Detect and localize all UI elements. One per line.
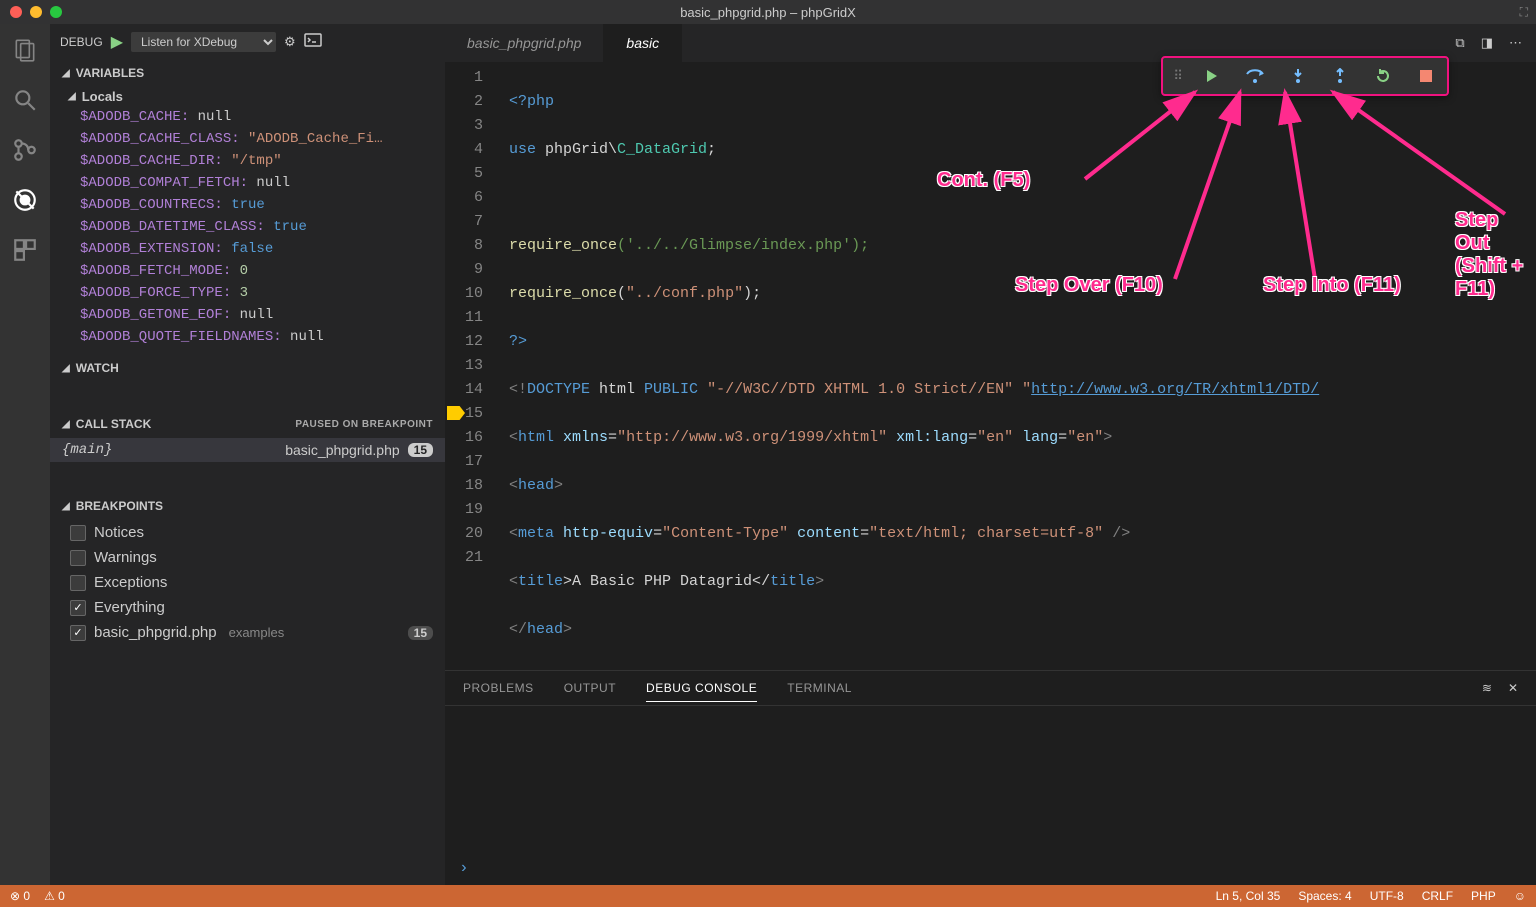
status-language[interactable]: PHP bbox=[1471, 889, 1496, 903]
step-out-button[interactable] bbox=[1329, 65, 1351, 87]
tab-debug-console[interactable]: DEBUG CONSOLE bbox=[646, 681, 757, 702]
debug-label: DEBUG bbox=[60, 35, 103, 49]
debug-console-icon[interactable] bbox=[304, 33, 322, 50]
tab-terminal[interactable]: TERMINAL bbox=[787, 681, 852, 695]
status-encoding[interactable]: UTF-8 bbox=[1370, 889, 1404, 903]
extensions-icon[interactable] bbox=[11, 236, 39, 264]
callstack-frame[interactable]: {main} basic_phpgrid.php 15 bbox=[50, 438, 445, 462]
restart-button[interactable] bbox=[1372, 65, 1394, 87]
start-debug-button[interactable]: ▶ bbox=[111, 32, 123, 52]
continue-button[interactable] bbox=[1201, 65, 1223, 87]
source-control-icon[interactable] bbox=[11, 136, 39, 164]
close-window-button[interactable] bbox=[10, 6, 22, 18]
checkbox[interactable] bbox=[70, 575, 86, 591]
bottom-panel-tabs: PROBLEMS OUTPUT DEBUG CONSOLE TERMINAL ≋… bbox=[445, 671, 1536, 706]
watch-panel-header[interactable]: ◢WATCH bbox=[50, 354, 445, 382]
breakpoints-panel-header[interactable]: ◢BREAKPOINTS bbox=[50, 492, 445, 520]
zoom-window-button[interactable] bbox=[50, 6, 62, 18]
checkbox[interactable] bbox=[70, 625, 86, 641]
clear-console-icon[interactable]: ≋ bbox=[1482, 681, 1492, 695]
status-eol[interactable]: CRLF bbox=[1422, 889, 1453, 903]
status-feedback-icon[interactable]: ☺ bbox=[1514, 889, 1526, 903]
variable-row[interactable]: $ADODB_EXTENSION: false bbox=[50, 238, 445, 260]
tab-output[interactable]: OUTPUT bbox=[564, 681, 616, 695]
more-icon[interactable]: ⋯ bbox=[1509, 35, 1522, 51]
fullscreen-icon[interactable]: ⛶ bbox=[1520, 5, 1528, 20]
compare-icon[interactable]: ⧉ bbox=[1455, 35, 1464, 51]
variable-row[interactable]: $ADODB_GETONE_EOF: null bbox=[50, 304, 445, 326]
checkbox[interactable] bbox=[70, 525, 86, 541]
gear-icon[interactable]: ⚙ bbox=[284, 34, 296, 50]
breakpoint-row[interactable]: Exceptions bbox=[50, 570, 445, 595]
variable-row[interactable]: $ADODB_FORCE_TYPE: 3 bbox=[50, 282, 445, 304]
tab-problems[interactable]: PROBLEMS bbox=[463, 681, 534, 695]
status-bar: ⊗ 0 ⚠ 0 Ln 5, Col 35 Spaces: 4 UTF-8 CRL… bbox=[0, 885, 1536, 907]
callstack-panel-header[interactable]: ◢CALL STACK PAUSED ON BREAKPOINT bbox=[50, 410, 445, 438]
debug-config-select[interactable]: Listen for XDebug bbox=[131, 32, 276, 52]
paused-label: PAUSED ON BREAKPOINT bbox=[295, 419, 433, 430]
breakpoint-row[interactable]: Notices bbox=[50, 520, 445, 545]
variable-row[interactable]: $ADODB_QUOTE_FIELDNAMES: null bbox=[50, 326, 445, 348]
locals-section[interactable]: ◢Locals bbox=[50, 87, 445, 106]
breakpoint-row[interactable]: basic_phpgrid.phpexamples15 bbox=[50, 620, 445, 645]
explorer-icon[interactable] bbox=[11, 36, 39, 64]
breakpoint-row[interactable]: Everything bbox=[50, 595, 445, 620]
search-icon[interactable] bbox=[11, 86, 39, 114]
variable-row[interactable]: $ADODB_COUNTRECS: true bbox=[50, 194, 445, 216]
variable-row[interactable]: $ADODB_DATETIME_CLASS: true bbox=[50, 216, 445, 238]
editor-actions: ⧉ ◨ ⋯ bbox=[1455, 35, 1536, 51]
debug-sidebar: DEBUG ▶ Listen for XDebug ⚙ ◢VARIABLES ◢… bbox=[50, 24, 445, 885]
checkbox[interactable] bbox=[70, 600, 86, 616]
variable-row[interactable]: $ADODB_COMPAT_FETCH: null bbox=[50, 172, 445, 194]
traffic-lights bbox=[0, 6, 62, 18]
breakpoint-row[interactable]: Warnings bbox=[50, 545, 445, 570]
debug-sidebar-header: DEBUG ▶ Listen for XDebug ⚙ bbox=[50, 24, 445, 59]
step-over-button[interactable] bbox=[1244, 65, 1266, 87]
step-into-button[interactable] bbox=[1287, 65, 1309, 87]
status-warnings[interactable]: ⚠ 0 bbox=[44, 889, 65, 903]
code-content[interactable]: <?php use phpGrid\C_DataGrid; require_on… bbox=[503, 66, 1536, 670]
window-title: basic_phpgrid.php – phpGridX bbox=[680, 5, 856, 20]
debug-icon[interactable] bbox=[11, 186, 39, 214]
tab-basic-active[interactable]: basic bbox=[604, 24, 682, 62]
variable-row[interactable]: $ADODB_CACHE_DIR: "/tmp" bbox=[50, 150, 445, 172]
editor-area: basic_phpgrid.php basic ⧉ ◨ ⋯ ⠿ Cont. (F… bbox=[445, 24, 1536, 885]
status-spaces[interactable]: Spaces: 4 bbox=[1298, 889, 1351, 903]
split-editor-icon[interactable]: ◨ bbox=[1481, 35, 1493, 51]
variable-row[interactable]: $ADODB_FETCH_MODE: 0 bbox=[50, 260, 445, 282]
variable-row[interactable]: $ADODB_CACHE: null bbox=[50, 106, 445, 128]
debug-toolbar: ⠿ bbox=[1161, 56, 1449, 96]
tab-basic-phpgrid[interactable]: basic_phpgrid.php bbox=[445, 24, 604, 62]
status-errors[interactable]: ⊗ 0 bbox=[10, 889, 30, 903]
line-gutter: 123456789101112131415161718192021 bbox=[445, 66, 503, 670]
close-panel-icon[interactable]: ✕ bbox=[1508, 681, 1518, 695]
variables-panel-header[interactable]: ◢VARIABLES bbox=[50, 59, 445, 87]
stop-button[interactable] bbox=[1415, 65, 1437, 87]
title-bar: basic_phpgrid.php – phpGridX ⛶ bbox=[0, 0, 1536, 24]
checkbox[interactable] bbox=[70, 550, 86, 566]
bottom-panel: PROBLEMS OUTPUT DEBUG CONSOLE TERMINAL ≋… bbox=[445, 670, 1536, 885]
variable-row[interactable]: $ADODB_CACHE_CLASS: "ADODB_Cache_Fi… bbox=[50, 128, 445, 150]
repl-prompt[interactable]: › bbox=[445, 851, 1536, 885]
minimize-window-button[interactable] bbox=[30, 6, 42, 18]
activity-bar bbox=[0, 24, 50, 885]
status-cursor-pos[interactable]: Ln 5, Col 35 bbox=[1216, 889, 1281, 903]
code-editor[interactable]: 123456789101112131415161718192021 <?php … bbox=[445, 62, 1536, 670]
debug-toolbar-handle[interactable]: ⠿ bbox=[1173, 68, 1181, 84]
